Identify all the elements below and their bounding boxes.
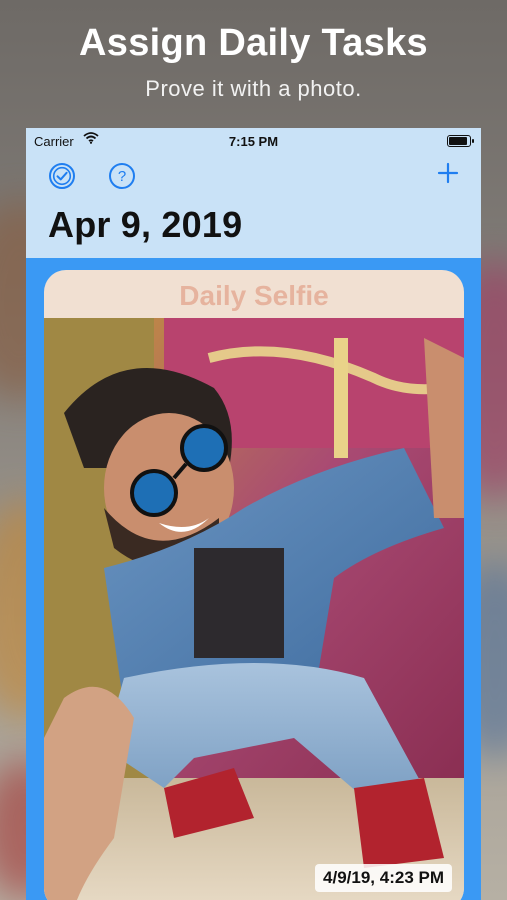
checkmark-circle-icon[interactable] bbox=[48, 162, 76, 190]
task-photo: 4/9/19, 4:23 PM bbox=[44, 318, 464, 900]
task-card[interactable]: Daily Selfie 4/9/19, 4:23 PM bbox=[44, 270, 464, 900]
status-time: 7:15 PM bbox=[228, 134, 279, 149]
task-title: Daily Selfie bbox=[179, 280, 329, 311]
status-bar: Carrier 7:15 PM bbox=[26, 128, 481, 154]
battery-icon bbox=[447, 135, 474, 147]
svg-text:?: ? bbox=[118, 168, 126, 185]
date-title: Apr 9, 2019 bbox=[48, 204, 243, 245]
promo-title: Assign Daily Tasks bbox=[79, 22, 428, 64]
add-icon[interactable] bbox=[435, 160, 461, 186]
photo-timestamp: 4/9/19, 4:23 PM bbox=[315, 864, 452, 892]
phone-screen: Carrier 7:15 PM ? Apr 9, 2019 Daily Self… bbox=[26, 128, 481, 900]
promo-subtitle: Prove it with a photo. bbox=[145, 76, 362, 101]
help-icon[interactable]: ? bbox=[108, 162, 136, 190]
navigation-bar: Carrier 7:15 PM ? Apr 9, 2019 bbox=[26, 128, 481, 258]
